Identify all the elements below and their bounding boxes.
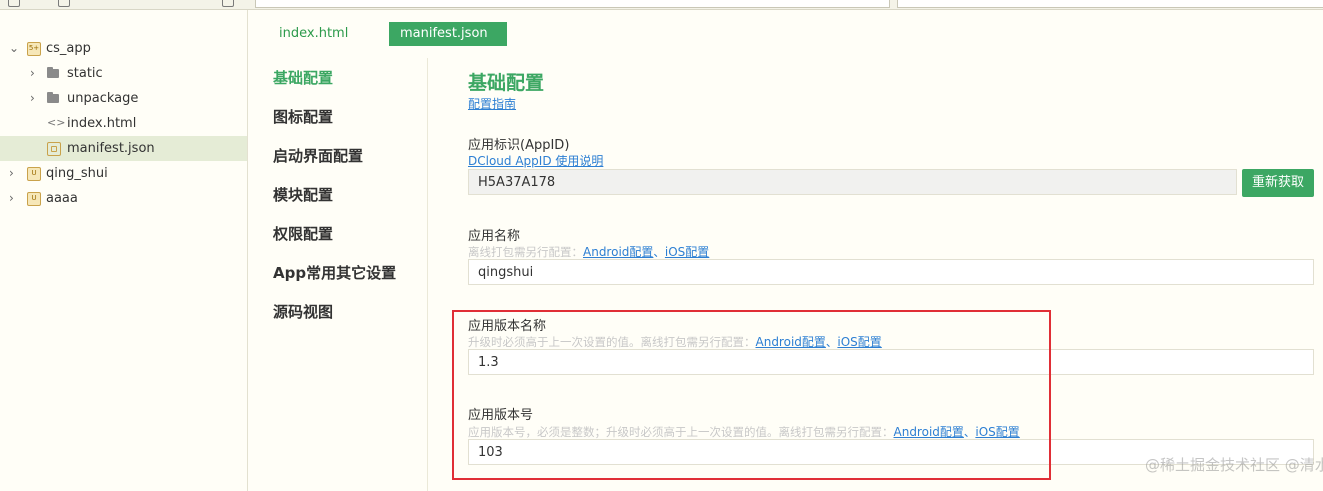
tab-index-html[interactable]: index.html [268, 22, 359, 46]
top-toolbar [0, 0, 1323, 10]
hint-text: 升级时必须高于上一次设置的值。离线打包需另行配置： [468, 335, 756, 349]
separator: 、 [963, 425, 976, 439]
tree-project-cs-app[interactable]: ⌄ 5+ cs_app [0, 36, 247, 61]
path-bar[interactable] [255, 0, 890, 8]
tree-label: unpackage [67, 91, 139, 106]
app-name-hint: 离线打包需另行配置：Android配置、iOS配置 [468, 243, 709, 260]
watermark: @稀土掘金技术社区 @清水_qing [1145, 456, 1323, 474]
tree-item-manifest-json[interactable]: manifest.json [0, 136, 247, 161]
chevron-right-icon[interactable]: › [9, 161, 14, 186]
ios-config-link[interactable]: iOS配置 [665, 245, 709, 259]
tree-label: index.html [67, 116, 137, 131]
json-file-icon [47, 142, 61, 156]
refetch-appid-button[interactable]: 重新获取 [1242, 169, 1314, 197]
nav-module-config[interactable]: 模块配置 [273, 184, 333, 205]
chevron-right-icon[interactable]: › [30, 61, 35, 86]
html-file-icon: <> [47, 116, 66, 129]
project-icon: U [27, 167, 41, 181]
search-box[interactable] [897, 0, 1323, 8]
android-config-link[interactable]: Android配置 [894, 425, 964, 439]
tree-label: cs_app [46, 41, 91, 56]
toolbar-icon[interactable] [58, 0, 70, 7]
project-sidebar: ⌄ 5+ cs_app › static › unpackage <> inde… [0, 10, 248, 491]
separator: 、 [825, 335, 838, 349]
section-title: 基础配置 [468, 72, 545, 94]
config-guide-link[interactable]: 配置指南 [468, 95, 516, 112]
tree-label: manifest.json [67, 141, 155, 156]
nav-splash-config[interactable]: 启动界面配置 [273, 145, 363, 166]
nav-source-view[interactable]: 源码视图 [273, 301, 333, 322]
project-icon: U [27, 192, 41, 206]
appid-help-link[interactable]: DCloud AppID 使用说明 [468, 152, 603, 169]
ios-config-link[interactable]: iOS配置 [837, 335, 881, 349]
tab-manifest-json[interactable]: manifest.json [389, 22, 507, 46]
nav-icon-config[interactable]: 图标配置 [273, 106, 333, 127]
android-config-link[interactable]: Android配置 [756, 335, 826, 349]
tree-label: aaaa [46, 191, 78, 206]
android-config-link[interactable]: Android配置 [583, 245, 653, 259]
tree-label: qing_shui [46, 166, 108, 181]
project-icon: 5+ [27, 42, 41, 56]
app-name-field[interactable]: qingshui [468, 259, 1314, 285]
tree-item-static[interactable]: › static [0, 61, 247, 86]
separator: 、 [653, 245, 665, 259]
nav-app-other-settings[interactable]: App常用其它设置 [273, 262, 396, 283]
tree-project-aaaa[interactable]: › U aaaa [0, 186, 247, 211]
chevron-down-icon[interactable]: ⌄ [9, 36, 19, 61]
app-name-label: 应用名称 [468, 229, 521, 244]
hint-text: 应用版本号，必须是整数；升级时必须高于上一次设置的值。离线打包需另行配置： [468, 425, 894, 439]
chevron-right-icon[interactable]: › [30, 86, 35, 111]
folder-icon [47, 67, 59, 78]
hint-text: 离线打包需另行配置： [468, 245, 583, 259]
version-name-hint: 升级时必须高于上一次设置的值。离线打包需另行配置：Android配置、iOS配置 [468, 333, 882, 350]
nav-divider [427, 58, 428, 491]
version-name-field[interactable]: 1.3 [468, 349, 1314, 375]
chevron-right-icon[interactable]: › [9, 186, 14, 211]
tree-project-qing-shui[interactable]: › U qing_shui [0, 161, 247, 186]
toolbar-icon[interactable] [222, 0, 234, 7]
folder-icon [47, 92, 59, 103]
ios-config-link[interactable]: iOS配置 [975, 425, 1019, 439]
tree-item-index-html[interactable]: <> index.html [0, 111, 247, 136]
tree-label: static [67, 66, 103, 81]
version-code-hint: 应用版本号，必须是整数；升级时必须高于上一次设置的值。离线打包需另行配置：And… [468, 423, 1020, 440]
nav-basic-config[interactable]: 基础配置 [273, 67, 333, 88]
version-name-label: 应用版本名称 [468, 319, 547, 334]
tree-item-unpackage[interactable]: › unpackage [0, 86, 247, 111]
appid-label: 应用标识(AppID) [468, 138, 570, 153]
version-code-label: 应用版本号 [468, 408, 534, 423]
toolbar-icon[interactable] [8, 0, 20, 7]
appid-field[interactable]: H5A37A178 [468, 169, 1237, 195]
nav-permission-config[interactable]: 权限配置 [273, 223, 333, 244]
